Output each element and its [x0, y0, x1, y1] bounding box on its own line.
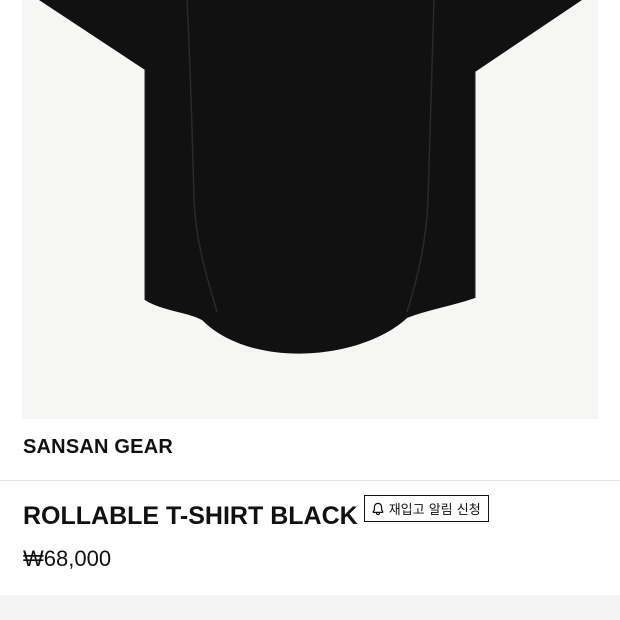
- brand-name[interactable]: SANSAN GEAR: [23, 436, 173, 459]
- product-price: ₩68,000: [23, 546, 112, 571]
- restock-alert-button[interactable]: 재입고 알림 신청: [363, 495, 489, 522]
- tshirt-illustration: [39, 0, 582, 354]
- divider: [0, 480, 620, 481]
- tshirt-shape: [39, 0, 582, 354]
- product-title: ROLLABLE T-SHIRT BLACK: [23, 502, 358, 530]
- product-page: SANSAN GEAR ROLLABLE T-SHIRT BLACK 재입고 알…: [0, 0, 620, 620]
- restock-button-label: 재입고 알림 신청: [388, 503, 481, 518]
- bell-icon: [372, 502, 384, 515]
- title-row: ROLLABLE T-SHIRT BLACK 재입고 알림 신청: [23, 495, 489, 531]
- product-image[interactable]: [22, 0, 598, 419]
- info-section: [0, 595, 620, 620]
